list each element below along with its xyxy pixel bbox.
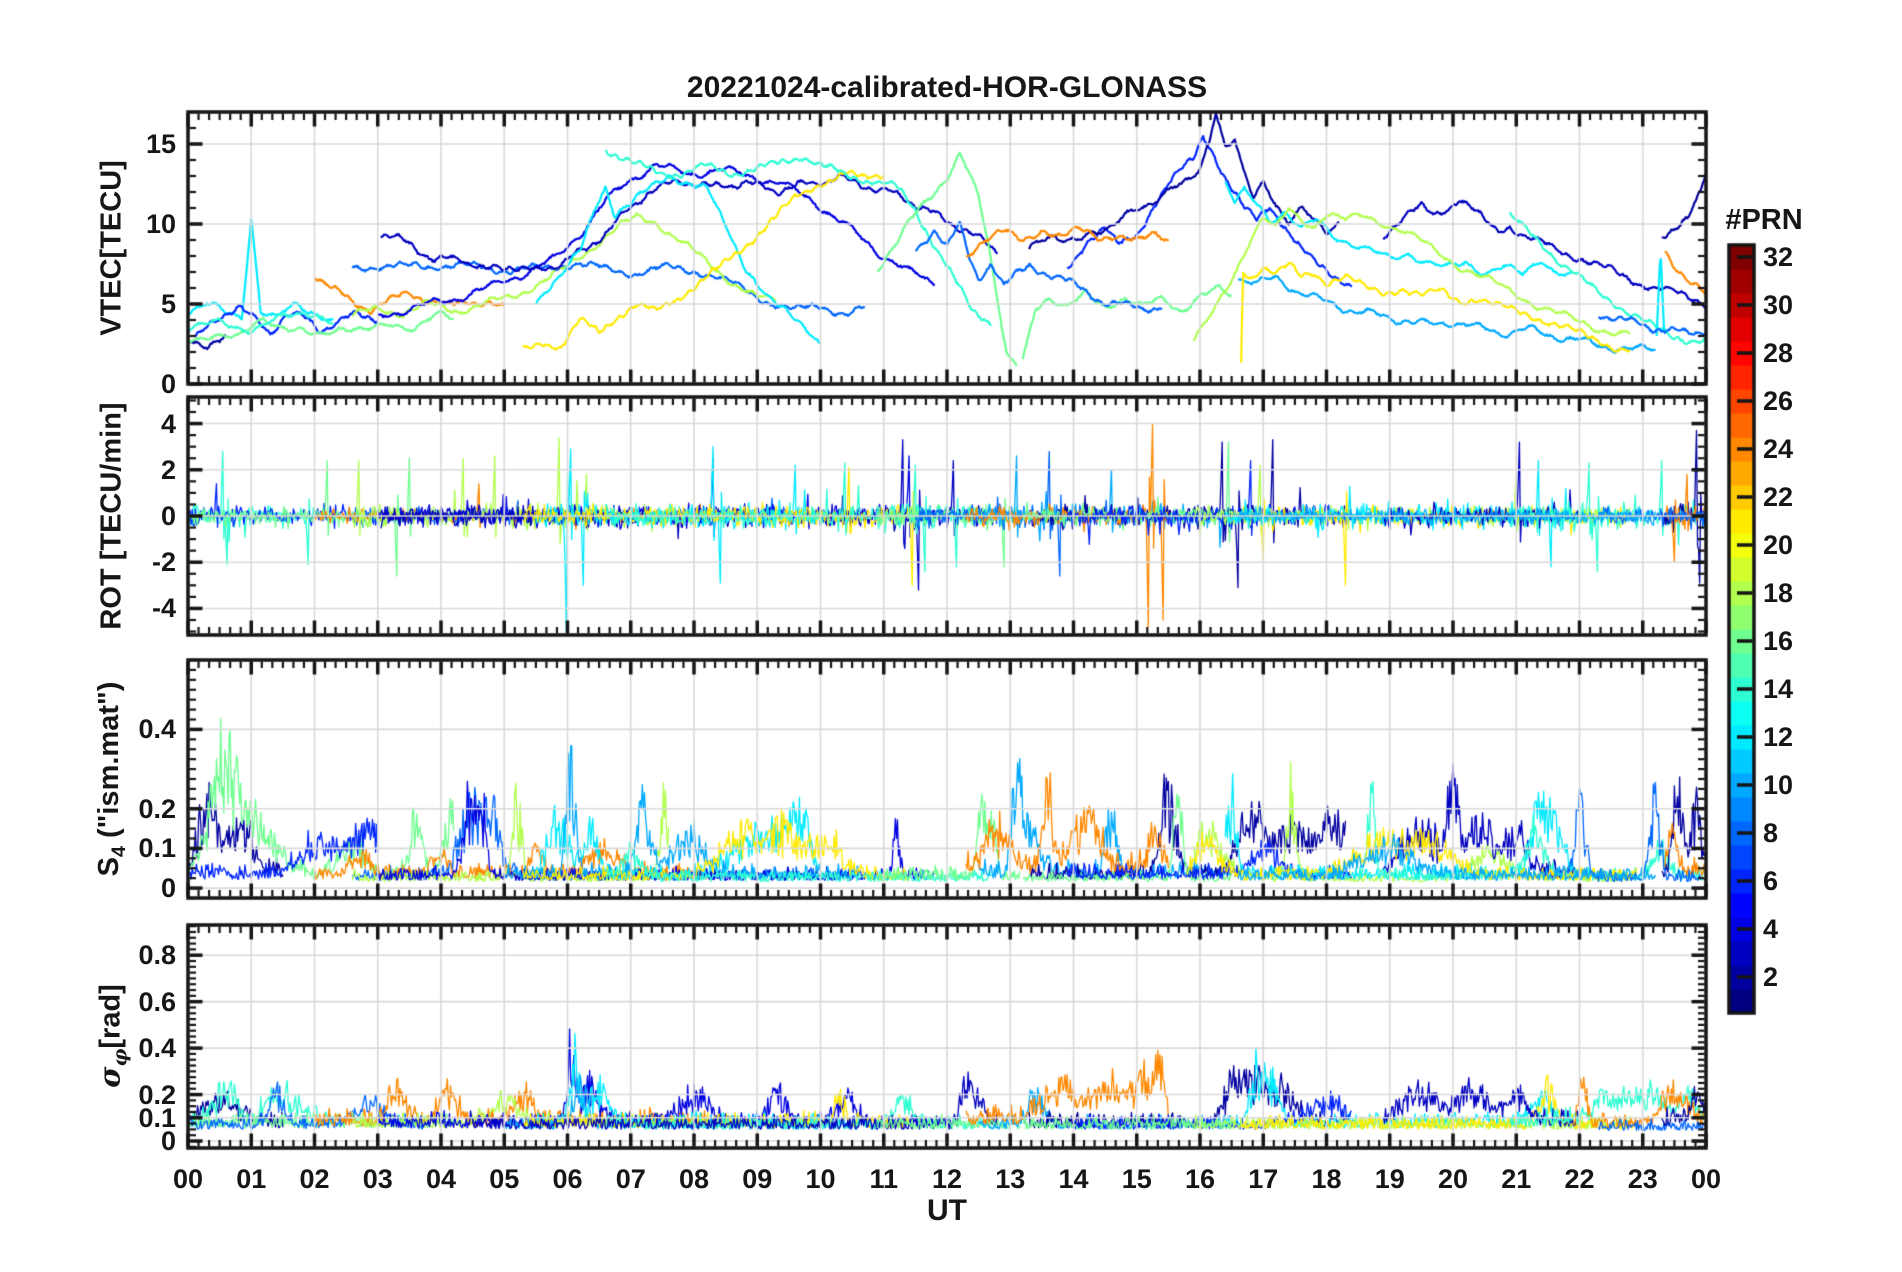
y-tick-label: 10 <box>145 209 176 239</box>
y-tick-label: -2 <box>151 547 176 578</box>
colorbar-tick-label: 18 <box>1763 578 1794 608</box>
y-tick-label: 0.4 <box>138 1033 176 1064</box>
y-tick-label: 0.4 <box>138 714 176 745</box>
colorbar-tick-label: 6 <box>1763 866 1779 896</box>
y-tick-label: 0 <box>160 501 176 531</box>
y-tick-label: 4 <box>160 408 176 439</box>
colorbar-tick-label: 16 <box>1763 626 1794 656</box>
colorbar-tick-label: 28 <box>1763 338 1794 368</box>
colorbar-tick-label: 22 <box>1763 482 1794 512</box>
colorbar-tick-label: 30 <box>1763 290 1794 320</box>
colorbar-tick-label: 26 <box>1763 386 1794 416</box>
colorbar-tick-label: 12 <box>1763 722 1794 752</box>
y-tick-label: 0.6 <box>138 986 176 1017</box>
plot-canvas <box>0 0 1902 1272</box>
y-tick-label: 0.8 <box>138 940 176 971</box>
colorbar-tick-label: 2 <box>1763 962 1779 992</box>
figure: 20221024-calibrated-HOR-GLONASS UT VTEC[… <box>0 0 1902 1272</box>
y-tick-label: 15 <box>145 129 176 159</box>
y-tick-label: 2 <box>160 454 176 485</box>
colorbar-tick-label: 20 <box>1763 530 1794 560</box>
x-tick-label: 00 <box>1690 1164 1722 1194</box>
y-tick-label: -4 <box>151 593 176 624</box>
colorbar-tick-label: 10 <box>1763 770 1794 800</box>
y-tick-label: 0 <box>160 369 176 399</box>
colorbar-tick-label: 14 <box>1763 674 1794 704</box>
colorbar-title: #PRN <box>1725 204 1803 236</box>
y-tick-label: 0.2 <box>138 1079 176 1110</box>
y-tick-label: 0.2 <box>138 793 176 824</box>
y-tick-label: 5 <box>160 289 176 319</box>
colorbar-tick-label: 32 <box>1763 242 1794 272</box>
colorbar-tick-label: 24 <box>1763 434 1794 464</box>
y-tick-label: 0 <box>160 873 176 904</box>
x-axis-label: UT <box>927 1194 967 1227</box>
colorbar-tick-label: 8 <box>1763 818 1779 848</box>
y-tick-label: 0.1 <box>138 833 176 864</box>
colorbar-tick-label: 4 <box>1763 914 1779 944</box>
chart-title: 20221024-calibrated-HOR-GLONASS <box>686 71 1208 104</box>
